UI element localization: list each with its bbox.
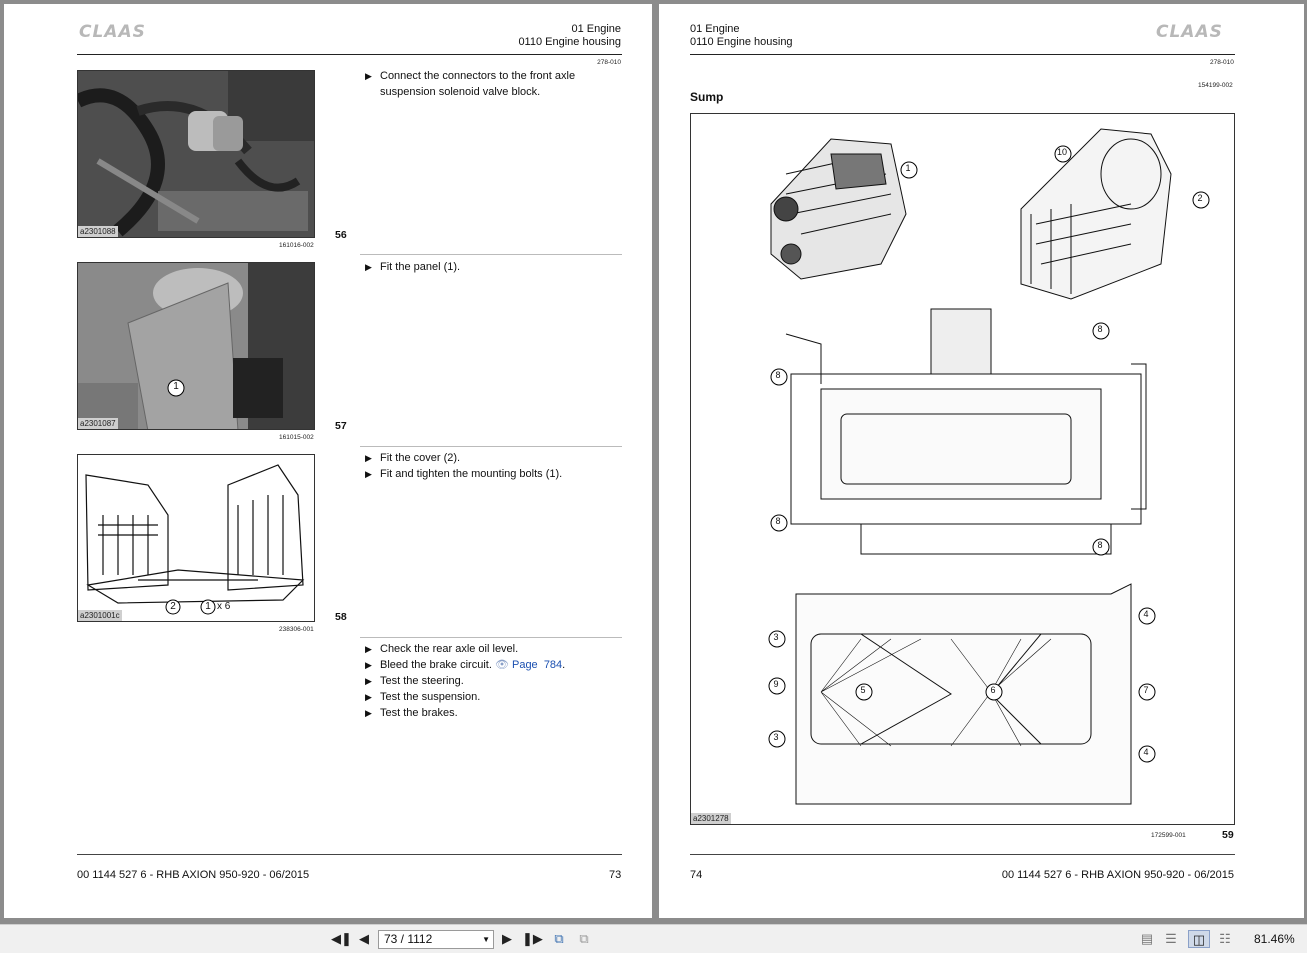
callout-8: 8 <box>775 516 781 526</box>
callout-9: 9 <box>773 679 779 689</box>
figure-57-photo: 1 a2301087 <box>77 262 315 430</box>
callout-1: 1 <box>173 381 179 392</box>
final-checks: Check the rear axle oil level. Bleed the… <box>365 641 615 721</box>
page-number-input[interactable]: 73 / 1112 ▼ <box>378 930 494 949</box>
callout-8: 8 <box>775 370 781 380</box>
last-page-icon[interactable]: ❚▶ <box>522 930 543 948</box>
page-number-value: 73 / 1112 <box>384 932 433 946</box>
footer-doc: 00 1144 527 6 - RHB AXION 950-920 - 06/2… <box>77 869 310 881</box>
figure-57-label: a2301087 <box>78 418 118 429</box>
callout-1: 1 <box>905 163 911 173</box>
step: Fit the cover (2). <box>365 450 615 466</box>
callout-1: 1 <box>205 601 211 612</box>
steps-56: Connect the connectors to the front axle… <box>365 68 615 100</box>
steps-58: Fit the cover (2). Fit and tighten the m… <box>365 450 615 482</box>
divider <box>360 254 622 255</box>
step: Connect the connectors to the front axle… <box>365 68 615 100</box>
callout-7: 7 <box>1143 685 1149 695</box>
step: Test the suspension. <box>365 689 615 705</box>
callout-2: 2 <box>1197 193 1203 203</box>
header-rule <box>690 54 1235 55</box>
callout-5: 5 <box>860 685 866 695</box>
figure-58-label: a2301001c <box>78 610 122 621</box>
callout-6: 6 <box>990 685 996 695</box>
header-rule <box>77 54 622 55</box>
step-text: Bleed the brake circuit. <box>380 659 492 671</box>
engine-connectors-photo <box>78 71 314 237</box>
step: Fit the panel (1). <box>365 259 615 275</box>
page-link[interactable]: 👁 Page 784 <box>495 659 562 671</box>
back-view-icon[interactable]: ⧉ <box>550 930 568 948</box>
header-section: 0110 Engine housing <box>690 36 793 48</box>
figure-56-photo: a2301088 <box>77 70 315 238</box>
section-title: Sump <box>690 90 724 104</box>
step: Test the brakes. <box>365 705 615 721</box>
forward-view-icon[interactable]: ⧉ <box>575 930 593 948</box>
callout-3: 3 <box>773 632 779 642</box>
sump-drawing <box>768 128 1210 805</box>
footer-rule <box>77 854 622 855</box>
left-page: CLAAS 01 Engine 0110 Engine housing 278-… <box>4 4 652 918</box>
figure-58-ref: 238306-001 <box>279 626 314 633</box>
two-page-icon[interactable]: ◫ <box>1188 930 1210 948</box>
prev-page-icon[interactable]: ◀ <box>355 930 373 948</box>
footer-page-number: 74 <box>690 869 703 881</box>
callout-3: 3 <box>773 732 779 742</box>
figure-56-ref: 161016-002 <box>279 242 314 249</box>
section-code: 278-010 <box>1210 59 1234 66</box>
callout-8: 8 <box>1097 324 1103 334</box>
step: Test the steering. <box>365 673 615 689</box>
callout-4: 4 <box>1143 609 1149 619</box>
cover-drawing <box>85 464 305 615</box>
callout-8: 8 <box>1097 540 1103 550</box>
figure-59-label: a2301278 <box>691 813 731 824</box>
header-section: 0110 Engine housing <box>518 36 621 48</box>
figure-59-number: 59 <box>1222 829 1234 841</box>
steps-57: Fit the panel (1). <box>365 259 615 275</box>
step: Check the rear axle oil level. <box>365 641 615 657</box>
page-header: 01 Engine 0110 Engine housing <box>690 23 793 49</box>
step: Bleed the brake circuit. 👁 Page 784. <box>365 657 615 673</box>
two-page-continuous-icon[interactable]: ☷ <box>1216 930 1234 948</box>
section-code: 278-010 <box>597 59 621 66</box>
figure-57-ref: 161015-002 <box>279 434 314 441</box>
page-link-text: Page <box>511 659 538 671</box>
claas-logo: CLAAS <box>1156 22 1223 42</box>
figure-59-drawing: a2301278 <box>690 113 1235 825</box>
figure-56-number: 56 <box>335 229 347 241</box>
single-page-icon[interactable]: ▤ <box>1138 930 1156 948</box>
callout-4: 4 <box>1143 747 1149 757</box>
zoom-level[interactable]: 81.46% <box>1254 932 1295 946</box>
first-page-icon[interactable]: ◀❚ <box>331 930 352 948</box>
figure-58-drawing: 2 1 x 6 a2301001c <box>77 454 315 622</box>
figure-58-number: 58 <box>335 611 347 623</box>
viewer-toolbar: ◀❚ ◀ 73 / 1112 ▼ ▶ ❚▶ ⧉ ⧉ ▤ ☰ ◫ ☷ 81.46% <box>0 924 1307 953</box>
claas-logo: CLAAS <box>79 22 146 42</box>
figure-56-label: a2301088 <box>78 226 118 237</box>
step: Fit and tighten the mounting bolts (1). <box>365 466 615 482</box>
divider <box>360 637 622 638</box>
footer-doc: 00 1144 527 6 - RHB AXION 950-920 - 06/2… <box>1001 869 1234 881</box>
callout-2: 2 <box>170 601 176 612</box>
chevron-down-icon[interactable]: ▼ <box>482 931 490 948</box>
divider <box>360 446 622 447</box>
figure-57-number: 57 <box>335 420 347 432</box>
header-chapter: 01 Engine <box>571 23 621 35</box>
quantity-label: x 6 <box>217 601 231 612</box>
header-chapter: 01 Engine <box>690 23 740 35</box>
page-link-number: 784 <box>543 659 563 671</box>
callout-10: 10 <box>1056 147 1067 157</box>
panel-photo <box>78 263 314 429</box>
next-page-icon[interactable]: ▶ <box>498 930 516 948</box>
right-page: 01 Engine 0110 Engine housing CLAAS 278-… <box>659 4 1304 918</box>
figure-59-ref: 172599-001 <box>1151 832 1186 839</box>
eye-icon: 👁 <box>494 659 509 671</box>
continuous-icon[interactable]: ☰ <box>1162 930 1180 948</box>
sub-code: 154199-002 <box>1198 82 1233 89</box>
footer-rule <box>690 854 1235 855</box>
page-header: 01 Engine 0110 Engine housing <box>518 23 621 49</box>
footer-page-number: 73 <box>609 869 622 881</box>
